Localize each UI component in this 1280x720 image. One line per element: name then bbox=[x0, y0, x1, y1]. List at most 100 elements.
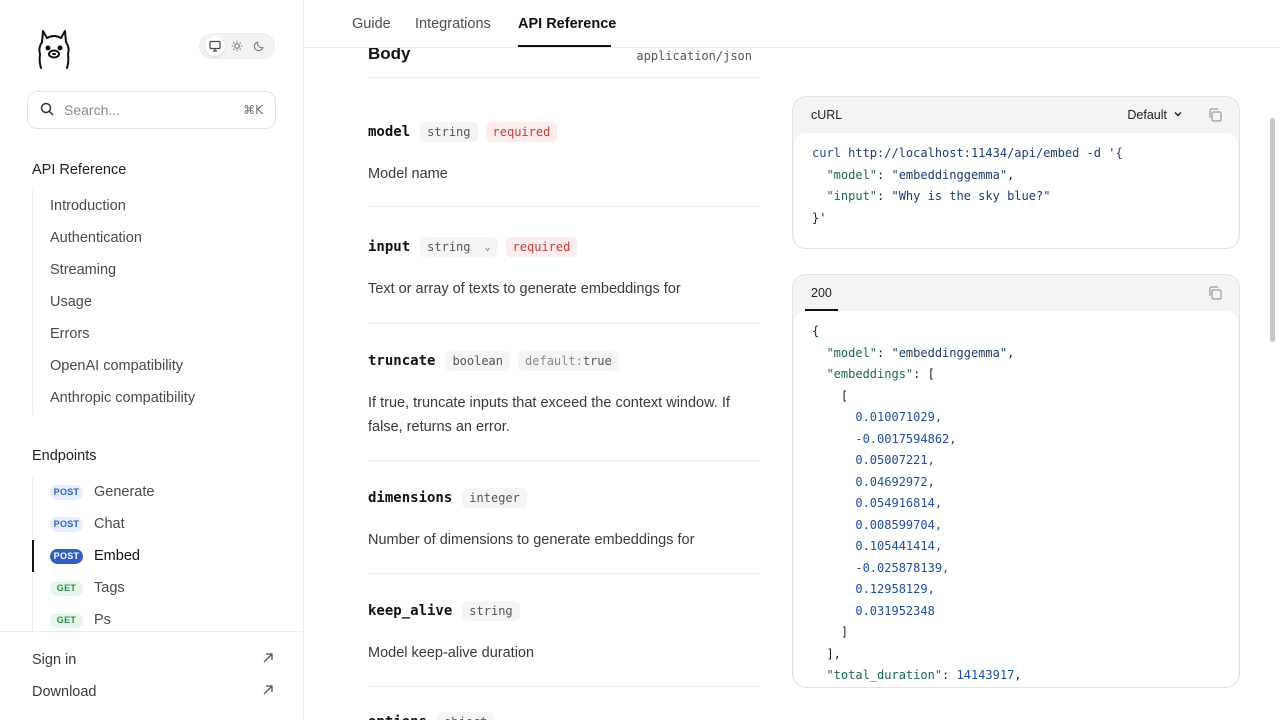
sign-in-link[interactable]: Sign in bbox=[0, 644, 303, 676]
top-navigation: Guide Integrations API Reference bbox=[304, 0, 1280, 48]
sidebar-item-label: Ps bbox=[94, 612, 111, 628]
sidebar-footer: Sign in Download bbox=[0, 631, 303, 720]
sidebar-item-chat[interactable]: POST Chat bbox=[33, 508, 282, 540]
param-name: truncate bbox=[368, 353, 436, 369]
nav-section-title: API Reference bbox=[32, 162, 127, 178]
sidebar-item-label: Errors bbox=[50, 326, 90, 342]
chevron-down-icon bbox=[1173, 108, 1183, 122]
embedding-value: -0.0017594862, bbox=[855, 431, 957, 446]
sign-in-label: Sign in bbox=[32, 652, 77, 668]
embedding-value: 0.008599704, bbox=[855, 517, 943, 532]
param-type: string bbox=[420, 122, 478, 142]
embedding-value: 0.105441414, bbox=[855, 539, 943, 553]
sidebar-item-openai-compatibility[interactable]: OpenAI compatibility bbox=[33, 350, 282, 382]
ollama-logo-icon[interactable] bbox=[36, 28, 72, 70]
body-header: Body application/json bbox=[368, 48, 760, 78]
search-input[interactable]: Search... ⌘K bbox=[27, 91, 276, 129]
sidebar-item-label: Chat bbox=[94, 516, 125, 532]
param-type: string bbox=[462, 601, 520, 621]
search-placeholder: Search... bbox=[64, 102, 121, 118]
sidebar-item-label: Embed bbox=[94, 548, 140, 564]
sidebar-item-label: Tags bbox=[94, 580, 125, 596]
sidebar-item-label: Usage bbox=[50, 294, 92, 310]
param-model: model string required Model name bbox=[368, 122, 760, 207]
language-selector[interactable]: Default bbox=[1127, 108, 1183, 122]
param-description: Number of dimensions to generate embeddi… bbox=[368, 532, 695, 548]
moon-icon[interactable] bbox=[249, 36, 269, 56]
sidebar-item-label: Streaming bbox=[50, 262, 117, 278]
sidebar-item-usage[interactable]: Usage bbox=[33, 286, 282, 318]
request-code-block[interactable]: curl http://localhost:11434/api/embed -d… bbox=[794, 133, 1238, 248]
external-arrow-icon bbox=[262, 684, 274, 700]
download-link[interactable]: Download bbox=[0, 676, 303, 708]
request-panel-title: cURL bbox=[811, 108, 843, 122]
sun-icon[interactable] bbox=[227, 36, 247, 56]
param-type: integer bbox=[462, 488, 527, 508]
nav-list-endpoints: POST Generate POST Chat POST Embed GET T… bbox=[32, 476, 282, 636]
download-label: Download bbox=[32, 684, 97, 700]
param-name: keep_alive bbox=[368, 603, 453, 619]
method-badge: POST bbox=[50, 516, 83, 532]
param-description: If true, truncate inputs that exceed the… bbox=[368, 391, 760, 439]
nav-section-title: Endpoints bbox=[32, 448, 97, 464]
content-type: application/json bbox=[636, 49, 752, 63]
code-token: "embeddinggemma" bbox=[891, 167, 1008, 182]
theme-switcher bbox=[199, 33, 275, 59]
response-panel-header: 200 bbox=[793, 275, 1239, 311]
param-description: Model name bbox=[368, 166, 448, 182]
sidebar-item-label: Authentication bbox=[50, 230, 142, 246]
code-token: "model" bbox=[826, 167, 878, 182]
param-name: dimensions bbox=[368, 490, 453, 506]
sidebar-item-streaming[interactable]: Streaming bbox=[33, 254, 282, 286]
copy-icon[interactable] bbox=[1207, 107, 1223, 123]
param-type: string bbox=[427, 240, 471, 254]
sidebar-item-errors[interactable]: Errors bbox=[33, 318, 282, 350]
param-keep-alive: keep_alive string Model keep-alive durat… bbox=[368, 601, 760, 687]
embedding-value: 0.031952348 bbox=[855, 603, 935, 618]
sidebar-item-anthropic-compatibility[interactable]: Anthropic compatibility bbox=[33, 382, 282, 414]
method-badge: GET bbox=[50, 580, 83, 596]
tab-guide[interactable]: Guide bbox=[352, 16, 391, 32]
sidebar-item-authentication[interactable]: Authentication bbox=[33, 222, 282, 254]
method-badge: POST bbox=[50, 548, 83, 564]
response-example-panel: 200 { "model": "embeddinggemma", "embedd… bbox=[792, 274, 1240, 688]
sidebar-item-introduction[interactable]: Introduction bbox=[33, 190, 282, 222]
page-scrollbar[interactable] bbox=[1270, 118, 1275, 342]
param-description: Model keep-alive duration bbox=[368, 645, 535, 661]
request-example-panel: cURL Default curl http://localhost:11434… bbox=[792, 96, 1240, 249]
param-description-line: If true, truncate inputs that exceed the… bbox=[368, 395, 730, 411]
request-panel-header: cURL Default bbox=[793, 97, 1239, 133]
param-type: boolean bbox=[445, 351, 511, 371]
param-name: input bbox=[368, 239, 411, 255]
param-dimensions: dimensions integer Number of dimensions … bbox=[368, 488, 760, 574]
external-arrow-icon bbox=[262, 652, 274, 668]
response-code-block[interactable]: { "model": "embeddinggemma", "embeddings… bbox=[794, 311, 1238, 687]
monitor-icon[interactable] bbox=[205, 36, 225, 56]
method-badge: GET bbox=[50, 612, 83, 628]
param-input: input string ⌄ required Text or array of … bbox=[368, 235, 760, 324]
method-badge: POST bbox=[50, 484, 83, 500]
search-icon bbox=[40, 102, 54, 119]
code-token: 14143917 bbox=[956, 668, 1015, 682]
code-token: "total_duration" bbox=[826, 668, 943, 682]
language-selector-label: Default bbox=[1127, 108, 1167, 122]
param-description: Text or array of texts to generate embed… bbox=[368, 281, 681, 297]
param-name: options bbox=[368, 714, 427, 720]
sidebar-item-embed[interactable]: POST Embed bbox=[32, 540, 282, 572]
status-tab-200[interactable]: 200 bbox=[805, 275, 838, 311]
active-tab-indicator bbox=[518, 45, 611, 47]
param-options: options object bbox=[368, 712, 760, 720]
default-badge: default: true bbox=[518, 351, 619, 371]
sidebar-item-generate[interactable]: POST Generate bbox=[33, 476, 282, 508]
param-type-select[interactable]: string ⌄ bbox=[420, 237, 498, 257]
tab-api-reference[interactable]: API Reference bbox=[518, 16, 616, 32]
code-token: }' bbox=[812, 210, 827, 225]
required-badge: required bbox=[505, 237, 578, 257]
sidebar: Search... ⌘K API Reference Introduction … bbox=[0, 0, 304, 720]
sidebar-item-tags[interactable]: GET Tags bbox=[33, 572, 282, 604]
copy-icon[interactable] bbox=[1207, 285, 1223, 301]
code-token: "model" bbox=[826, 345, 878, 360]
chevron-down-icon: ⌄ bbox=[484, 241, 491, 253]
tab-integrations[interactable]: Integrations bbox=[415, 16, 491, 32]
code-token: curl bbox=[812, 146, 841, 160]
